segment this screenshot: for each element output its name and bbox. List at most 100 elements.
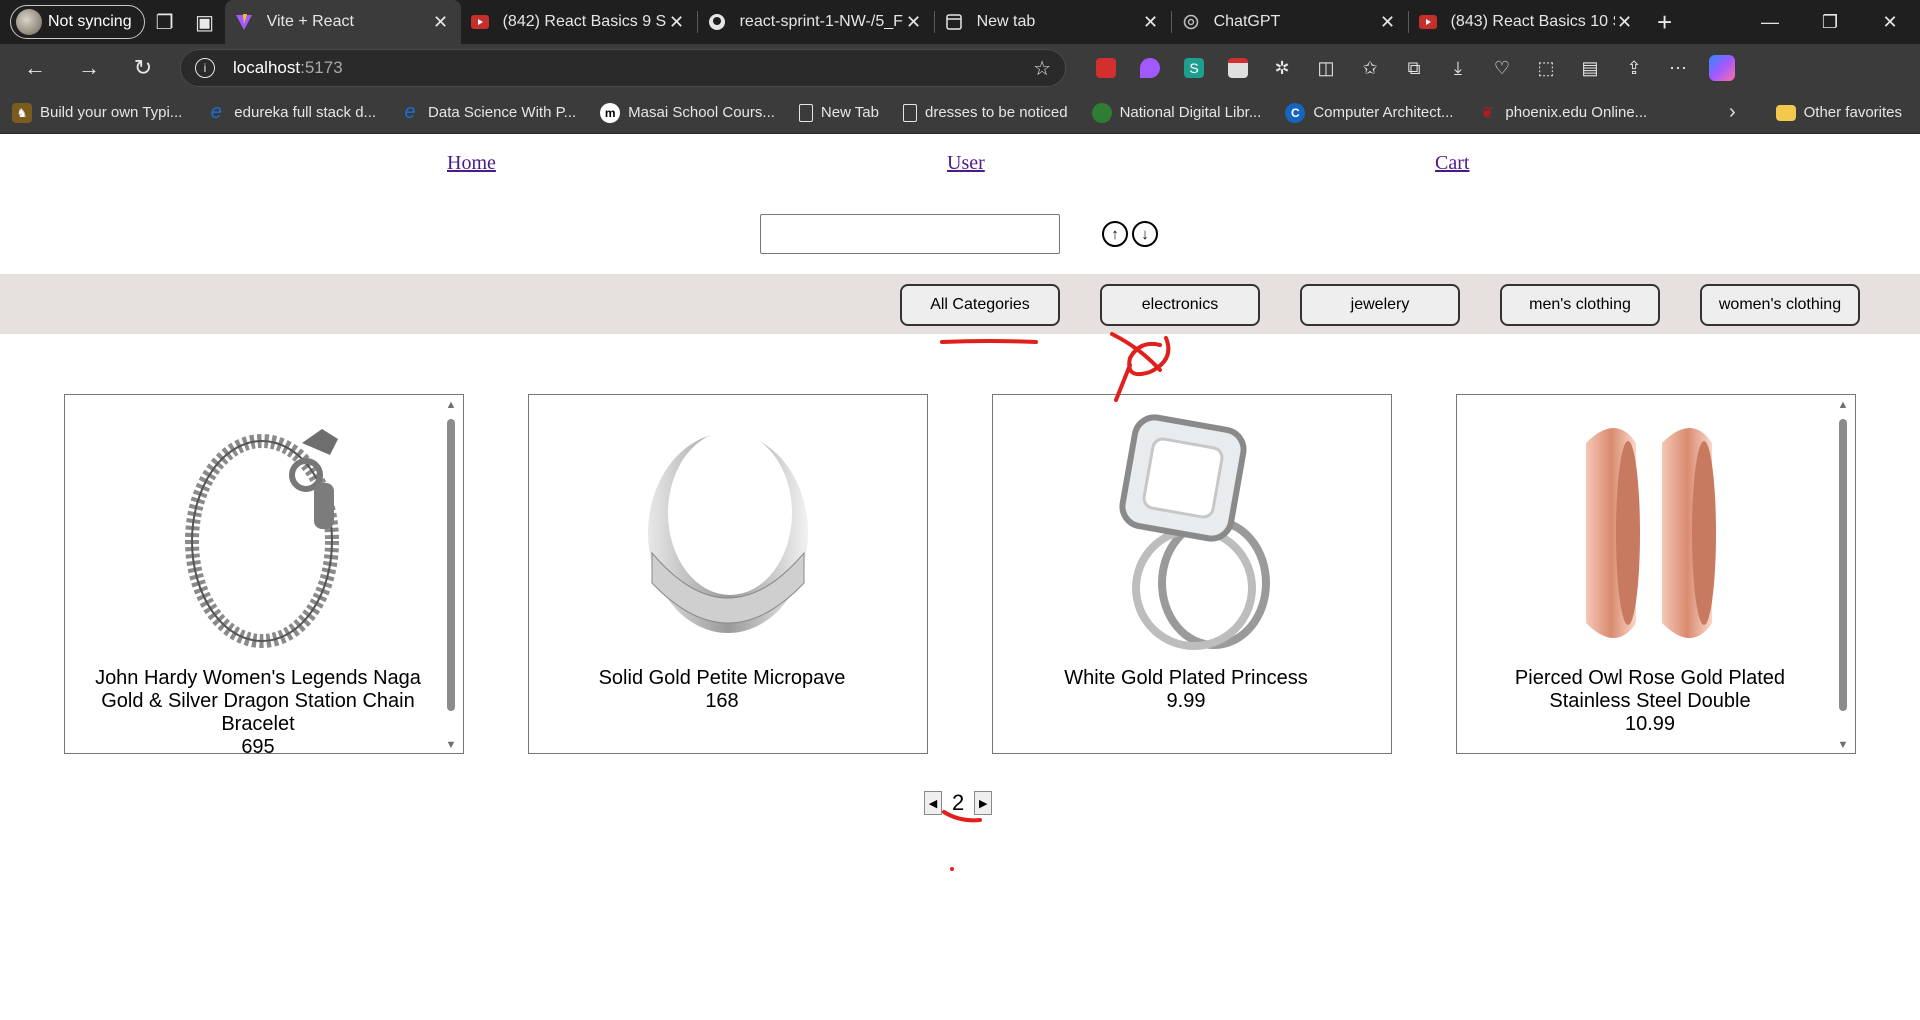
- search-input[interactable]: [760, 214, 1060, 254]
- product-price: 695: [241, 736, 275, 754]
- other-favorites[interactable]: Other favorites: [1775, 104, 1902, 121]
- profile-button[interactable]: Not syncing: [10, 5, 145, 39]
- tab-actions-icon[interactable]: ▣: [185, 2, 225, 42]
- tab-github-repo[interactable]: react-sprint-1-NW-/5_F ✕: [698, 0, 934, 44]
- tab-chatgpt[interactable]: ChatGPT ✕: [1172, 0, 1408, 44]
- tab-new-tab[interactable]: New tab ✕: [935, 0, 1171, 44]
- tab-title: Vite + React: [266, 13, 354, 30]
- collections-icon[interactable]: ⧉: [1392, 48, 1436, 88]
- scroll-up-icon[interactable]: ▲: [1837, 399, 1849, 411]
- scroll-down-icon[interactable]: ▼: [1837, 739, 1849, 751]
- bookmark-item[interactable]: National Digital Libr...: [1091, 102, 1261, 123]
- scroll-up-icon[interactable]: ▲: [445, 399, 457, 411]
- read-aloud-icon[interactable]: ▤: [1568, 48, 1612, 88]
- bookmark-label: Data Science With P...: [428, 104, 577, 121]
- extensions-row: S ✲ ◫ ✩ ⧉ ⤓ ♡ ⬚ ▤ ⇪ ⋯: [1084, 48, 1744, 88]
- extension-purple-icon[interactable]: [1128, 48, 1172, 88]
- product-card[interactable]: John Hardy Women's Legends Naga Gold & S…: [64, 394, 464, 754]
- nav-home-link[interactable]: Home: [447, 152, 496, 175]
- coursera-icon: C: [1285, 102, 1306, 123]
- url-port: :5173: [300, 58, 343, 77]
- sort-descending-icon[interactable]: ↓: [1132, 221, 1158, 247]
- site-info-icon[interactable]: i: [195, 58, 215, 78]
- masai-icon: m: [600, 102, 621, 123]
- refresh-icon[interactable]: ↻: [116, 48, 170, 88]
- product-title: White Gold Plated Princess 9.99: [1011, 667, 1361, 713]
- tab-react-basics-10[interactable]: (843) React Basics 10 Sp ✕: [1409, 0, 1645, 44]
- bookmark-label: edureka full stack d...: [234, 104, 377, 121]
- favorites-icon[interactable]: ✩: [1348, 48, 1392, 88]
- sort-ascending-icon[interactable]: ↑: [1102, 221, 1128, 247]
- tab-react-basics-9[interactable]: (842) React Basics 9 Spr ✕: [461, 0, 697, 44]
- extension-s-icon[interactable]: S: [1172, 48, 1216, 88]
- address-bar[interactable]: i localhost :5173 ☆: [180, 49, 1066, 87]
- bookmark-label: New Tab: [820, 104, 879, 121]
- chatgpt-icon: [1182, 13, 1200, 31]
- tab-vite-react[interactable]: Vite + React ✕: [224, 0, 461, 44]
- favorite-star-icon[interactable]: ☆: [1033, 56, 1051, 81]
- bracelet-icon: [185, 429, 339, 648]
- scroll-thumb[interactable]: [447, 419, 455, 711]
- scroll-down-icon[interactable]: ▼: [445, 739, 457, 751]
- close-icon[interactable]: ✕: [667, 12, 687, 33]
- bookmark-label: Computer Architect...: [1313, 104, 1454, 121]
- pagination: ◀ 2 ▶: [924, 790, 993, 816]
- bookmark-item[interactable]: e Data Science With P...: [400, 101, 577, 123]
- chevron-right-icon[interactable]: ›: [1729, 101, 1736, 124]
- category-all-button[interactable]: All Categories: [900, 284, 1060, 326]
- share-icon[interactable]: ⇪: [1612, 48, 1656, 88]
- bookmark-item[interactable]: dresses to be noticed: [903, 103, 1068, 122]
- nav-cart-link[interactable]: Cart: [1435, 152, 1469, 175]
- new-tab-button[interactable]: +: [1645, 2, 1685, 42]
- category-jewelery-button[interactable]: jewelery: [1300, 284, 1460, 326]
- bookmark-item[interactable]: ❦ phoenix.edu Online...: [1477, 103, 1647, 123]
- youtube-icon: [1418, 13, 1437, 31]
- extension-red-icon[interactable]: [1084, 48, 1128, 88]
- category-mens-clothing-button[interactable]: men's clothing: [1500, 284, 1660, 326]
- restore-icon[interactable]: ❐: [1800, 0, 1860, 44]
- bookmark-item[interactable]: C Computer Architect...: [1285, 102, 1454, 123]
- top-navigation: Home User Cart: [0, 152, 1920, 182]
- scroll-thumb[interactable]: [1839, 419, 1847, 711]
- copilot-icon[interactable]: [1700, 48, 1744, 88]
- category-electronics-button[interactable]: electronics: [1100, 284, 1260, 326]
- vite-icon: [235, 13, 253, 31]
- bookmark-item[interactable]: e edureka full stack d...: [206, 101, 377, 123]
- close-icon[interactable]: ✕: [904, 12, 924, 33]
- avatar: [16, 9, 42, 35]
- workspaces-icon[interactable]: ❐: [145, 2, 185, 42]
- minimize-icon[interactable]: —: [1740, 0, 1800, 44]
- close-icon[interactable]: ✕: [1141, 12, 1161, 33]
- prev-page-button[interactable]: ◀: [924, 791, 942, 815]
- close-icon[interactable]: ✕: [1615, 12, 1635, 33]
- next-page-button[interactable]: ▶: [974, 791, 993, 815]
- forward-icon[interactable]: →: [62, 48, 116, 88]
- downloads-icon[interactable]: ⤓: [1436, 48, 1480, 88]
- bookmark-item[interactable]: m Masai School Cours...: [600, 102, 775, 123]
- product-card[interactable]: White Gold Plated Princess 9.99: [992, 394, 1392, 754]
- product-card[interactable]: Pierced Owl Rose Gold Plated Stainless S…: [1456, 394, 1856, 754]
- screenshot-icon[interactable]: ⬚: [1524, 48, 1568, 88]
- edureka-icon: e: [404, 101, 416, 123]
- bookmark-item[interactable]: ♞ Build your own Typi...: [12, 102, 182, 123]
- bookmark-item[interactable]: New Tab: [798, 103, 879, 122]
- card-scrollbar[interactable]: ▲ ▼: [1837, 399, 1849, 751]
- close-icon[interactable]: ✕: [431, 12, 451, 33]
- browser-essentials-icon[interactable]: ♡: [1480, 48, 1524, 88]
- more-menu-icon[interactable]: ⋯: [1656, 48, 1700, 88]
- back-icon[interactable]: ←: [8, 48, 62, 88]
- product-price: 168: [705, 690, 739, 712]
- page-icon: [798, 103, 813, 122]
- window-controls: — ❐ ✕: [1740, 0, 1920, 44]
- nav-user-link[interactable]: User: [947, 152, 985, 175]
- split-screen-icon[interactable]: ◫: [1304, 48, 1348, 88]
- product-card[interactable]: Solid Gold Petite Micropave 168: [528, 394, 928, 754]
- close-icon[interactable]: ✕: [1378, 12, 1398, 33]
- product-title-text: Solid Gold Petite Micropave: [598, 667, 846, 689]
- close-window-icon[interactable]: ✕: [1860, 0, 1920, 44]
- extension-calendar-icon[interactable]: [1216, 48, 1260, 88]
- product-price: 9.99: [1166, 690, 1206, 712]
- card-scrollbar[interactable]: ▲ ▼: [445, 399, 457, 751]
- extensions-puzzle-icon[interactable]: ✲: [1260, 48, 1304, 88]
- category-womens-clothing-button[interactable]: women's clothing: [1700, 284, 1860, 326]
